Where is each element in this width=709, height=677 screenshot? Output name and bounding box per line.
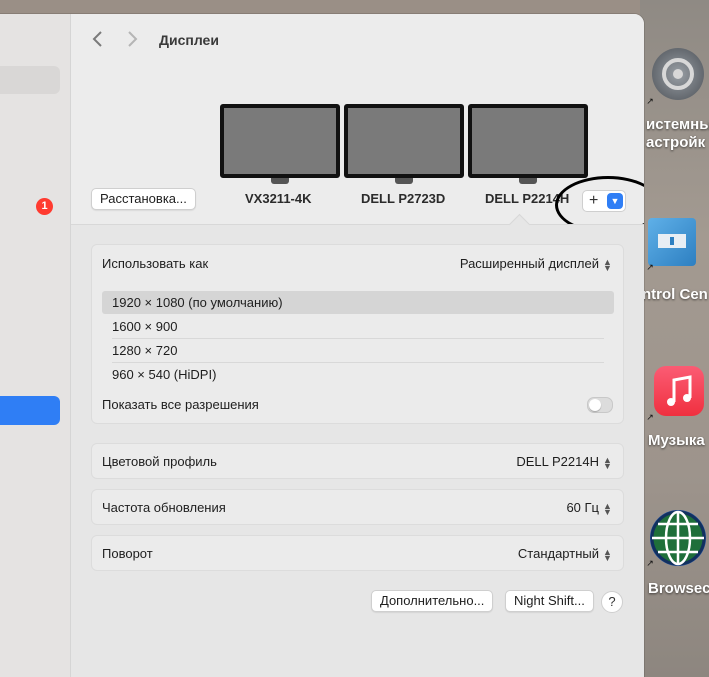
resolution-option[interactable]: 960 × 540 (HiDPI) xyxy=(102,363,614,386)
advanced-button[interactable]: Дополнительно... xyxy=(371,590,494,612)
sidebar: 1 xyxy=(0,14,71,677)
alias-arrow-icon: ↗ xyxy=(646,412,654,422)
desktop-icon-label: ntrol Cen xyxy=(642,286,708,303)
monitor-screen-icon xyxy=(220,104,340,178)
up-down-chevron-icon: ▲ ▼ xyxy=(603,256,612,273)
monitor-stand xyxy=(519,178,537,184)
resolution-option[interactable]: 1920 × 1080 (по умолчанию) xyxy=(102,291,614,314)
sidebar-search-field[interactable] xyxy=(0,66,60,94)
alias-arrow-icon: ↗ xyxy=(646,262,654,272)
refresh-rate-value: 60 Гц xyxy=(566,500,599,515)
help-button[interactable]: ? xyxy=(601,591,623,613)
page-title: Дисплеи xyxy=(159,32,219,48)
color-profile-label: Цветовой профиль xyxy=(102,454,217,469)
monitor-name-p2723d: DELL P2723D xyxy=(361,191,446,206)
forward-button[interactable] xyxy=(121,28,143,50)
desktop-icon-label: Browsec xyxy=(648,580,709,597)
titlebar: Дисплеи xyxy=(71,14,644,66)
monitor-stand xyxy=(271,178,289,184)
rotation-row: Поворот Стандартный ▲ ▼ xyxy=(91,535,624,571)
resolution-option[interactable]: 1280 × 720 xyxy=(102,339,614,362)
color-profile-select[interactable]: DELL P2214H ▲ ▼ xyxy=(516,454,612,471)
desktop: ↗ истемны астройк ↗ ntrol Cen ↗ Музыка ↗ … xyxy=(640,0,709,677)
rotation-value: Стандартный xyxy=(517,546,599,561)
desktop-icon-label: Музыка xyxy=(648,432,705,449)
desktop-icon-label: истемны астройк xyxy=(646,116,709,151)
resolution-option[interactable]: 1600 × 900 xyxy=(102,315,614,338)
sidebar-item-displays[interactable] xyxy=(0,396,60,425)
settings-window: 1 Дисплеи Расстановка... VX3211-4K DELL … xyxy=(0,14,644,677)
monitor-stand xyxy=(395,178,413,184)
color-profile-row: Цветовой профиль DELL P2214H ▲ ▼ xyxy=(91,443,624,479)
chevron-left-icon xyxy=(92,31,102,47)
color-profile-value: DELL P2214H xyxy=(516,454,599,469)
alias-arrow-icon: ↗ xyxy=(646,558,654,568)
toggle-knob xyxy=(589,399,601,411)
rotation-select[interactable]: Стандартный ▲ ▼ xyxy=(517,546,612,563)
up-down-chevron-icon: ▲ ▼ xyxy=(603,500,612,517)
up-down-chevron-icon: ▲ ▼ xyxy=(603,546,612,563)
alias-arrow-icon: ↗ xyxy=(646,96,654,106)
globe-icon xyxy=(650,510,706,566)
up-down-chevron-icon: ▲ ▼ xyxy=(603,454,612,471)
arrangement-button[interactable]: Расстановка... xyxy=(91,188,196,210)
refresh-rate-select[interactable]: 60 Гц ▲ ▼ xyxy=(566,500,612,517)
refresh-rate-row: Частота обновления 60 Гц ▲ ▼ xyxy=(91,489,624,525)
use-as-label: Использовать как xyxy=(102,256,209,271)
monitor-screen-icon xyxy=(468,104,588,178)
rotation-label: Поворот xyxy=(102,546,153,561)
gear-icon xyxy=(652,48,704,100)
monitor-screen-icon xyxy=(344,104,464,178)
back-button[interactable] xyxy=(87,28,109,50)
night-shift-button[interactable]: Night Shift... xyxy=(505,590,594,612)
control-center-icon xyxy=(648,218,696,266)
use-as-select[interactable]: Расширенный дисплей ▲ ▼ xyxy=(459,256,612,273)
use-as-value: Расширенный дисплей xyxy=(459,256,599,271)
refresh-rate-label: Частота обновления xyxy=(102,500,226,515)
monitor-name-vx3211: VX3211-4K xyxy=(245,191,312,206)
show-all-resolutions-toggle[interactable] xyxy=(587,397,613,413)
display-settings-panel: Использовать как Расширенный дисплей ▲ ▼ 1… xyxy=(91,244,624,424)
show-all-resolutions-label: Показать все разрешения xyxy=(102,397,259,412)
music-note-icon xyxy=(654,366,704,416)
displays-pane: Дисплеи Расстановка... VX3211-4K DELL P2… xyxy=(71,14,644,677)
notification-badge: 1 xyxy=(36,198,53,215)
chevron-right-icon xyxy=(128,31,138,47)
